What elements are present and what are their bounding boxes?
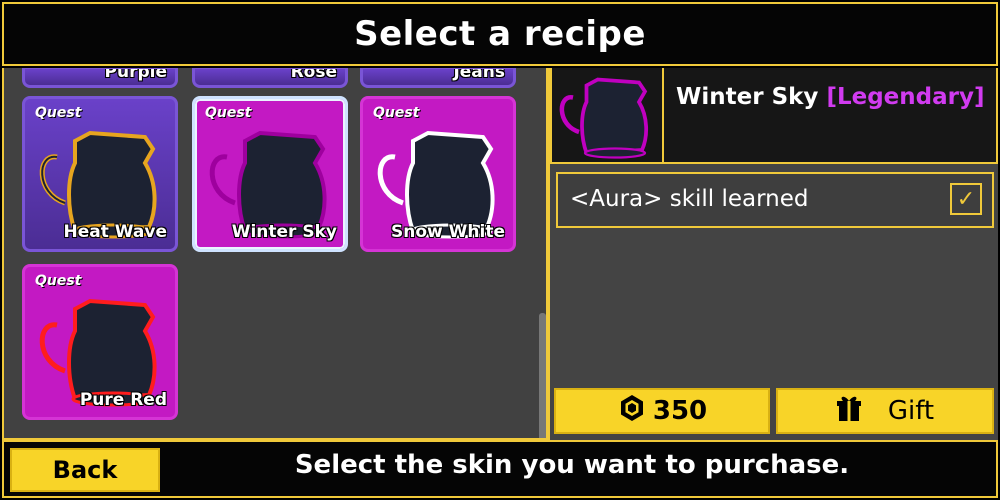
recipe-grid[interactable]: Purple Rose Jeans Quest Heat Wave Quest …: [2, 68, 548, 440]
recipe-card-name: Rose: [290, 68, 337, 82]
skill-row: <Aura> skill learned ✓: [556, 172, 994, 228]
item-name: Winter Sky: [676, 84, 819, 110]
header-bar: Select a recipe: [2, 2, 998, 66]
skill-label: <Aura> skill learned: [570, 186, 809, 212]
instruction-text: Select the skin you want to purchase.: [294, 450, 850, 480]
recipe-card-purple[interactable]: Purple: [22, 68, 178, 88]
price-value: 350: [652, 396, 708, 426]
back-button[interactable]: Back: [10, 448, 160, 492]
item-title: Winter Sky [Legendary]: [676, 84, 985, 110]
footer-bar: Back Select the skin you want to purchas…: [2, 440, 998, 498]
coin-icon: [617, 393, 647, 430]
quest-tag: Quest: [35, 273, 82, 289]
quest-tag: Quest: [35, 105, 82, 121]
skill-checkbox[interactable]: ✓: [950, 183, 982, 215]
item-preview: [550, 68, 664, 164]
item-info: Winter Sky [Legendary]: [664, 68, 998, 164]
mug-icon: [559, 77, 648, 159]
recipe-card-jeans[interactable]: Jeans: [360, 68, 516, 88]
recipe-card-heat-wave[interactable]: Quest Heat Wave: [22, 96, 178, 252]
recipe-card-name: Snow White: [391, 222, 505, 242]
item-rarity: [Legendary]: [826, 84, 985, 110]
recipe-card-pure-red[interactable]: Quest Pure Red: [22, 264, 178, 420]
grid-scrollbar[interactable]: [539, 313, 546, 438]
recipe-card-name: Pure Red: [79, 390, 167, 410]
recipe-card-name: Heat Wave: [63, 222, 167, 242]
gift-label: Gift: [887, 396, 935, 426]
recipe-card-winter-sky[interactable]: Quest Winter Sky: [192, 96, 348, 252]
recipe-card-name: Purple: [104, 68, 167, 82]
buy-button[interactable]: 350: [554, 388, 770, 434]
recipe-card-name: Jeans: [453, 68, 505, 82]
recipe-card-name: Winter Sky: [231, 222, 337, 242]
quest-tag: Quest: [205, 105, 252, 121]
quest-tag: Quest: [373, 105, 420, 121]
gift-icon: [836, 394, 862, 429]
details-panel: Winter Sky [Legendary] <Aura> skill lear…: [550, 68, 998, 440]
page-title: Select a recipe: [354, 14, 646, 54]
gift-button[interactable]: Gift: [776, 388, 994, 434]
recipe-card-snow-white[interactable]: Quest Snow White: [360, 96, 516, 252]
check-icon: ✓: [956, 186, 976, 212]
recipe-card-rose[interactable]: Rose: [192, 68, 348, 88]
